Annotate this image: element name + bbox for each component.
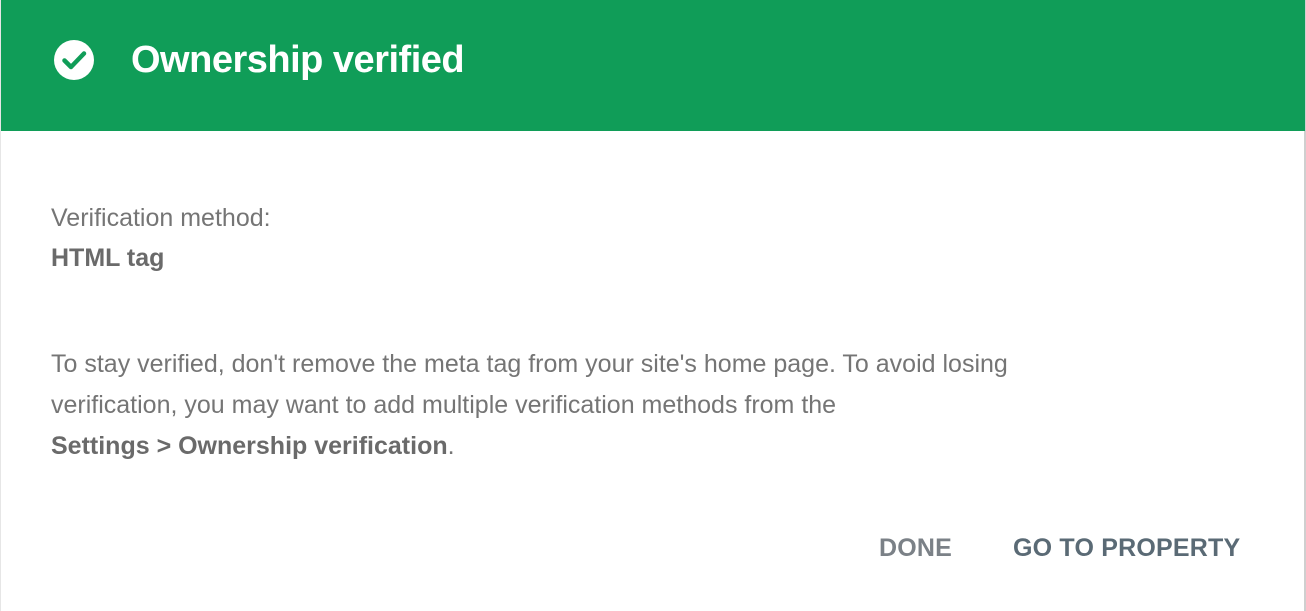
dialog-header: Ownership verified — [1, 0, 1305, 131]
verification-method-value: HTML tag — [51, 244, 165, 272]
info-end: . — [447, 432, 455, 460]
verification-method-label: Verification method: — [51, 204, 271, 232]
info-line-1: To stay verified, don't remove the meta … — [51, 350, 1008, 378]
done-button[interactable]: DONE — [879, 528, 952, 568]
settings-path: Settings > Ownership verification — [51, 432, 448, 460]
info-line-3: Settings > Ownership verification. — [51, 426, 1181, 467]
check-circle-icon — [54, 40, 94, 80]
verification-info-text: To stay verified, don't remove the meta … — [51, 344, 1181, 467]
info-line-2: verification, you may want to add multip… — [51, 391, 837, 419]
verification-dialog: Ownership verified Verification method: … — [0, 0, 1306, 611]
go-to-property-button[interactable]: GO TO PROPERTY — [1013, 528, 1240, 568]
dialog-title: Ownership verified — [131, 39, 465, 81]
